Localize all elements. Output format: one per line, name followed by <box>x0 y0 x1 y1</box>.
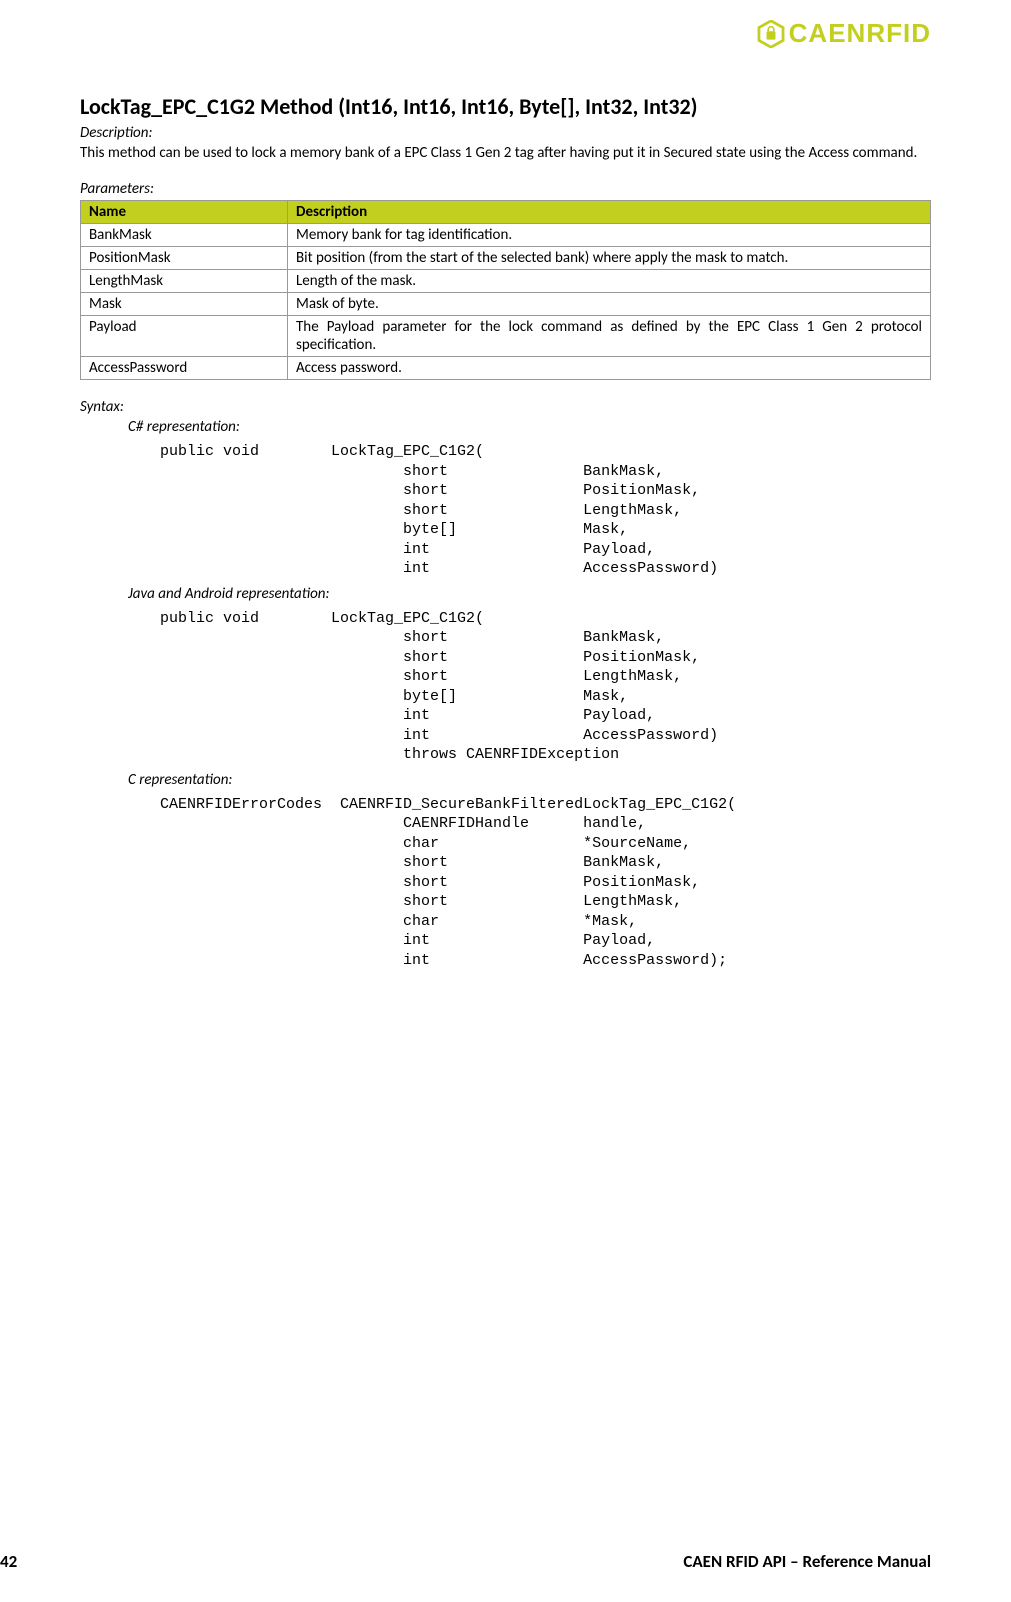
table-header-row: Name Description <box>81 201 931 224</box>
page-number: 42 <box>0 1551 17 1572</box>
method-title: LockTag_EPC_C1G2 Method (Int16, Int16, I… <box>80 93 931 120</box>
param-desc: Memory bank for tag identification. <box>288 224 931 247</box>
java-code: public void LockTag_EPC_C1G2( short Bank… <box>160 609 931 765</box>
param-name: BankMask <box>81 224 288 247</box>
brand-hex-icon <box>757 20 785 48</box>
brand-name: CAENRFID <box>789 18 931 49</box>
page-footer: 42 CAEN RFID API – Reference Manual <box>0 1551 1011 1572</box>
footer-title: CAEN RFID API – Reference Manual <box>683 1551 931 1572</box>
param-name: Payload <box>81 316 288 357</box>
c-repr-label: C representation: <box>128 771 931 789</box>
syntax-label: Syntax: <box>80 398 931 416</box>
parameters-label: Parameters: <box>80 180 931 198</box>
parameters-table: Name Description BankMask Memory bank fo… <box>80 200 931 380</box>
csharp-repr-label: C# representation: <box>128 418 931 436</box>
col-header-name: Name <box>81 201 288 224</box>
param-name: Mask <box>81 293 288 316</box>
brand-logo: CAENRFID <box>757 18 931 49</box>
java-repr-label: Java and Android representation: <box>128 585 931 603</box>
param-desc: The Payload parameter for the lock comma… <box>288 316 931 357</box>
header-logo-row: CAENRFID <box>80 18 931 53</box>
table-row: LengthMask Length of the mask. <box>81 270 931 293</box>
param-name: AccessPassword <box>81 357 288 380</box>
table-row: BankMask Memory bank for tag identificat… <box>81 224 931 247</box>
csharp-code: public void LockTag_EPC_C1G2( short Bank… <box>160 442 931 579</box>
param-name: LengthMask <box>81 270 288 293</box>
param-name: PositionMask <box>81 247 288 270</box>
table-row: Mask Mask of byte. <box>81 293 931 316</box>
param-desc: Length of the mask. <box>288 270 931 293</box>
param-desc: Bit position (from the start of the sele… <box>288 247 931 270</box>
c-code: CAENRFIDErrorCodes CAENRFID_SecureBankFi… <box>160 795 931 971</box>
description-text: This method can be used to lock a memory… <box>80 144 931 163</box>
table-row: Payload The Payload parameter for the lo… <box>81 316 931 357</box>
table-row: PositionMask Bit position (from the star… <box>81 247 931 270</box>
description-label: Description: <box>80 124 931 142</box>
table-row: AccessPassword Access password. <box>81 357 931 380</box>
param-desc: Mask of byte. <box>288 293 931 316</box>
col-header-desc: Description <box>288 201 931 224</box>
param-desc: Access password. <box>288 357 931 380</box>
